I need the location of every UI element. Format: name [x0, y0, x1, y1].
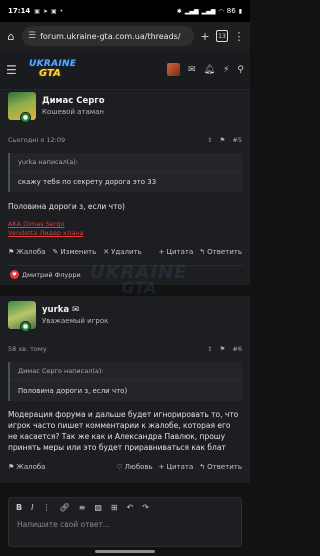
- reply-input[interactable]: Напишите свой ответ...: [9, 517, 241, 532]
- italic-icon[interactable]: I: [31, 503, 33, 512]
- avatar[interactable]: ●: [8, 92, 36, 123]
- home-icon[interactable]: ⌂: [4, 30, 18, 43]
- mail-icon[interactable]: ✉: [188, 65, 196, 75]
- reply-editor[interactable]: B I ⋮ 🔗︎ ≡ ▨ ⊞ ↶ ↷ Напишите свой ответ..…: [8, 497, 242, 547]
- hamburger-menu-icon[interactable]: ☰: [6, 63, 19, 77]
- like-button[interactable]: ♡ Любовь: [116, 463, 152, 471]
- flag-icon: ⚑: [8, 463, 15, 471]
- report-button[interactable]: ⚑ Жалоба: [8, 248, 45, 256]
- list-icon[interactable]: ≡: [79, 503, 86, 512]
- thumbs-up-icon: ♡: [116, 463, 123, 471]
- telegram-icon: ➤: [42, 7, 48, 15]
- menu-icon[interactable]: ⋮: [232, 30, 246, 43]
- quote-text: скажу тебя по секрету дорога это 33: [18, 178, 157, 186]
- online-badge-icon: ●: [20, 112, 31, 123]
- share-icon[interactable]: ⇪: [207, 136, 212, 144]
- browser-bar: ⌂ ☰ forum.ukraine-gta.com.ua/threads/ + …: [0, 22, 250, 50]
- signal-icon: ▂▄▆: [184, 7, 199, 15]
- post-number[interactable]: #6: [232, 345, 242, 353]
- post-text: Половина дороги з, если что): [8, 202, 125, 211]
- avatar[interactable]: ●: [8, 301, 36, 332]
- address-bar[interactable]: ☰ forum.ukraine-gta.com.ua/threads/: [22, 26, 194, 46]
- post: ● Димас Серго Кошевой атаман Сьогодні о …: [0, 90, 250, 285]
- edit-button[interactable]: ✎ Изменить: [52, 248, 96, 256]
- signal-icon: ▂▄▆: [201, 7, 216, 15]
- share-icon[interactable]: ⇪: [207, 345, 212, 353]
- undo-icon[interactable]: ↶: [127, 503, 134, 512]
- redo-icon[interactable]: ↷: [142, 503, 149, 512]
- post-time[interactable]: 58 хв. тому: [8, 345, 47, 353]
- reply-button[interactable]: ↰ Ответить: [199, 248, 242, 256]
- link-icon[interactable]: 🔗︎: [59, 503, 69, 512]
- gesture-bar[interactable]: [95, 550, 155, 553]
- author-name[interactable]: yurka: [42, 305, 69, 315]
- new-tab-icon[interactable]: +: [198, 30, 212, 43]
- quote-block: yurka написал(а): скажу тебя по секрету …: [8, 153, 242, 192]
- battery-icon: ▮: [238, 7, 242, 15]
- plus-icon: +: [158, 248, 165, 256]
- notification-icon: ▣: [51, 7, 57, 15]
- reaction-user: Дмитрий Флурри: [22, 270, 81, 279]
- search-icon[interactable]: ⚲: [237, 65, 244, 75]
- battery-level: 86: [226, 7, 236, 15]
- tab-switcher-button[interactable]: 13: [216, 30, 228, 42]
- site-header: ☰ UKRAINE GTA ✉ 🔔︎ ⚡︎ ⚲: [0, 50, 250, 90]
- plus-icon: +: [158, 463, 165, 471]
- quote-header[interactable]: Димас Серго написал(а):: [10, 362, 242, 381]
- url-text: forum.ukraine-gta.com.ua/threads/: [40, 31, 181, 41]
- pencil-icon: ✎: [52, 248, 59, 256]
- online-badge-icon: ●: [20, 321, 31, 332]
- quote-header[interactable]: yurka написал(а):: [10, 153, 242, 172]
- quote-button[interactable]: + Цитата: [159, 248, 194, 256]
- editor-toolbar: B I ⋮ 🔗︎ ≡ ▨ ⊞ ↶ ↷: [9, 498, 241, 517]
- flag-icon: ⚑: [8, 248, 15, 256]
- quote-button[interactable]: + Цитата: [159, 463, 194, 471]
- post-number[interactable]: #5: [232, 136, 242, 144]
- author-role: Кошевой атаман: [42, 108, 104, 116]
- status-bar: 17:14 ▣ ➤ ▣ • ✱ ▂▄▆ ▂▄▆ ◠ 86 ▮: [0, 0, 250, 22]
- report-button[interactable]: ⚑ Жалоба: [8, 463, 45, 471]
- image-icon[interactable]: ▨: [94, 503, 102, 512]
- delete-button[interactable]: ✕ Удалить: [103, 248, 142, 256]
- alerts-icon[interactable]: 🔔︎: [204, 65, 215, 75]
- more-notifications-icon: •: [59, 7, 64, 15]
- quote-text: Половина дороги з, если что): [18, 387, 128, 395]
- user-avatar[interactable]: [167, 63, 181, 76]
- post: ● yurka ✉ Уважаемый игрок 58 хв. тому ⇪ …: [0, 296, 250, 483]
- quote-block: Димас Серго написал(а): Половина дороги …: [8, 362, 242, 401]
- author-role: Уважаемый игрок: [42, 317, 109, 325]
- watermark: GTA: [121, 278, 157, 297]
- notification-icon: ▣: [34, 7, 40, 15]
- insert-icon[interactable]: ⊞: [111, 503, 118, 512]
- close-icon: ✕: [103, 248, 110, 256]
- reply-button[interactable]: ↰ Ответить: [199, 463, 242, 471]
- signature-line[interactable]: Vendetta Лидер клана: [8, 229, 83, 237]
- reply-icon: ↰: [199, 463, 206, 471]
- more-text-options-icon[interactable]: ⋮: [42, 503, 50, 512]
- site-logo[interactable]: UKRAINE GTA: [25, 57, 76, 83]
- site-settings-icon[interactable]: ☰: [28, 31, 36, 41]
- heart-icon: ♥: [10, 270, 19, 279]
- status-time: 17:14: [8, 7, 31, 15]
- bluetooth-icon: ✱: [176, 7, 182, 15]
- bookmark-icon[interactable]: ⚑: [220, 345, 226, 353]
- whats-new-icon[interactable]: ⚡︎: [223, 65, 229, 75]
- reply-icon: ↰: [199, 248, 206, 256]
- post-time[interactable]: Сьогодні о 12:09: [8, 136, 65, 144]
- bold-icon[interactable]: B: [16, 503, 22, 512]
- signature-line[interactable]: AKA Dimas Sergo: [8, 220, 64, 228]
- post-text: Модерация форума и дальше будет игнориро…: [8, 410, 239, 452]
- author-name[interactable]: Димас Серго: [42, 96, 105, 106]
- bookmark-icon[interactable]: ⚑: [220, 136, 226, 144]
- mail-icon[interactable]: ✉: [72, 305, 79, 315]
- wifi-icon: ◠: [218, 7, 224, 15]
